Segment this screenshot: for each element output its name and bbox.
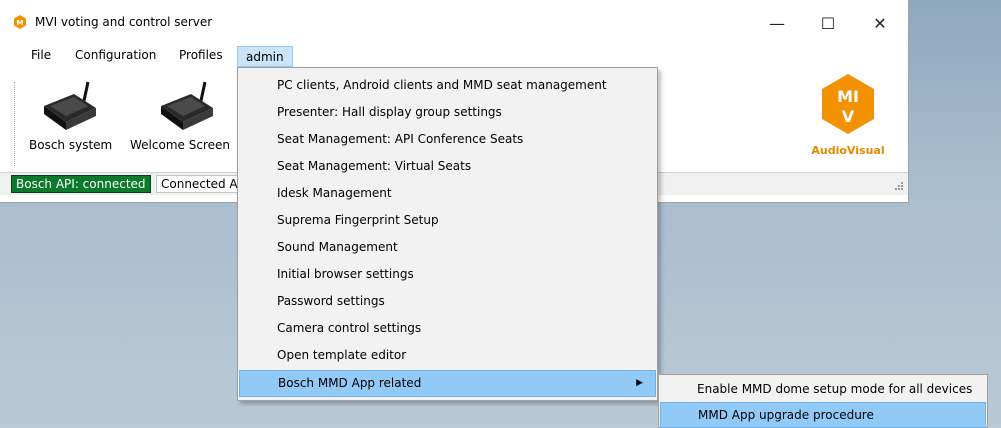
menu-item-sound-management[interactable]: Sound Management bbox=[239, 234, 656, 261]
mvi-logo: MI V AudioVisual bbox=[808, 66, 888, 162]
menu-profiles[interactable]: Profiles bbox=[179, 48, 223, 62]
menu-item-client-management[interactable]: PC clients, Android clients and MMD seat… bbox=[239, 72, 656, 99]
logo-text: AudioVisual bbox=[811, 144, 884, 157]
admin-menu-dropdown: PC clients, Android clients and MMD seat… bbox=[237, 67, 658, 401]
menu-item-password-settings[interactable]: Password settings bbox=[239, 288, 656, 315]
minimize-button[interactable]: — bbox=[757, 8, 797, 38]
welcome-screen-label: Welcome Screen bbox=[130, 138, 230, 152]
menu-bar: File Configuration Profiles admin bbox=[0, 45, 908, 67]
menu-item-bosch-mmd-app-label: Bosch MMD App related bbox=[278, 376, 422, 390]
close-button[interactable]: ✕ bbox=[860, 8, 900, 38]
menu-item-fingerprint-setup[interactable]: Suprema Fingerprint Setup bbox=[239, 207, 656, 234]
menu-item-api-conference-seats[interactable]: Seat Management: API Conference Seats bbox=[239, 126, 656, 153]
welcome-screen-button[interactable] bbox=[155, 72, 219, 137]
bosch-device-icon bbox=[44, 81, 96, 130]
menu-admin[interactable]: admin bbox=[237, 46, 293, 67]
bosch-system-button[interactable] bbox=[38, 72, 102, 137]
resize-grip-icon[interactable] bbox=[894, 181, 904, 191]
maximize-button[interactable]: ☐ bbox=[808, 8, 848, 38]
toolbar-separator bbox=[14, 82, 16, 166]
bosch-system-label: Bosch system bbox=[29, 138, 113, 152]
window-title: MVI voting and control server bbox=[35, 15, 213, 29]
menu-item-enable-dome-setup[interactable]: Enable MMD dome setup mode for all devic… bbox=[660, 376, 986, 402]
menu-item-idesk-management[interactable]: Idesk Management bbox=[239, 180, 656, 207]
menu-file[interactable]: File bbox=[31, 48, 51, 62]
menu-item-browser-settings[interactable]: Initial browser settings bbox=[239, 261, 656, 288]
logo-mark-top: MI bbox=[837, 87, 859, 106]
welcome-device-icon bbox=[161, 81, 213, 130]
logo-mark-bottom: V bbox=[842, 107, 855, 126]
menu-item-mmd-upgrade[interactable]: MMD App upgrade procedure bbox=[660, 402, 986, 428]
submenu-arrow-icon: ▶ bbox=[636, 378, 643, 388]
svg-text:M: M bbox=[17, 19, 24, 27]
bosch-api-status: Bosch API: connected bbox=[11, 175, 151, 193]
menu-item-hall-display[interactable]: Presenter: Hall display group settings bbox=[239, 99, 656, 126]
connection-status: Connected A bbox=[156, 175, 246, 193]
menu-configuration[interactable]: Configuration bbox=[75, 48, 156, 62]
menu-item-bosch-mmd-app[interactable]: Bosch MMD App related ▶ bbox=[239, 370, 656, 397]
mvi-app-icon: M bbox=[14, 15, 26, 29]
title-bar[interactable]: M MVI voting and control server — ☐ ✕ bbox=[0, 0, 908, 44]
bosch-mmd-submenu: Enable MMD dome setup mode for all devic… bbox=[658, 374, 988, 428]
menu-item-template-editor[interactable]: Open template editor bbox=[239, 342, 656, 369]
menu-item-virtual-seats[interactable]: Seat Management: Virtual Seats bbox=[239, 153, 656, 180]
menu-item-camera-control[interactable]: Camera control settings bbox=[239, 315, 656, 342]
